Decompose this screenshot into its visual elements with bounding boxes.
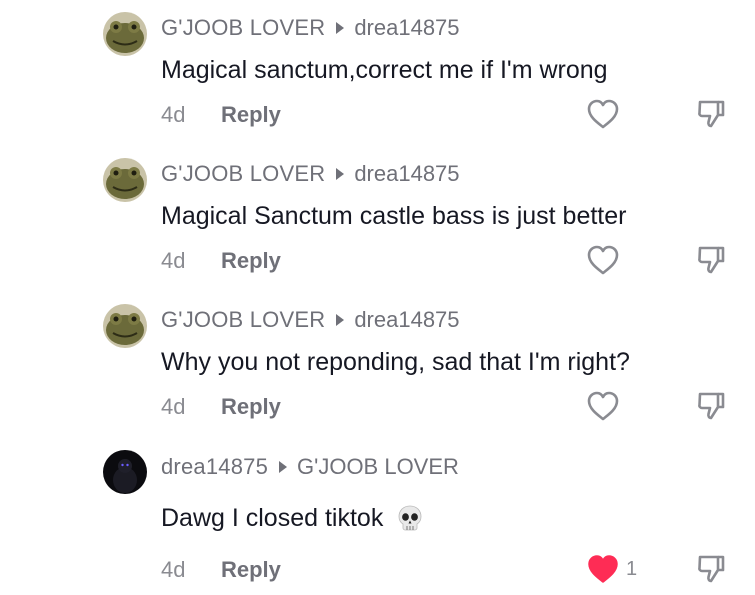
reply-arrow-icon xyxy=(336,314,345,326)
comment-header: drea14875 G'JOOB LOVER xyxy=(161,452,459,482)
comment-text: Why you not reponding, sad that I'm righ… xyxy=(161,347,630,376)
thumbs-down-icon xyxy=(698,392,725,420)
comment-text: Magical sanctum,correct me if I'm wrong xyxy=(161,55,608,84)
like-button-active[interactable]: 1 xyxy=(586,552,637,586)
dislike-button[interactable] xyxy=(694,389,728,423)
skull-emoji xyxy=(395,503,425,533)
comment-meta: 4d Reply xyxy=(161,246,281,276)
dislike-button[interactable] xyxy=(694,243,728,277)
comment-header: G'JOOB LOVER drea14875 xyxy=(161,13,460,43)
comment-author[interactable]: G'JOOB LOVER xyxy=(161,15,325,41)
comment-text-row: Dawg I closed tiktok xyxy=(161,500,425,536)
dislike-button[interactable] xyxy=(694,552,728,586)
comment-header: G'JOOB LOVER drea14875 xyxy=(161,305,460,335)
thumbs-down-icon xyxy=(698,555,725,583)
comment-author[interactable]: drea14875 xyxy=(161,454,268,480)
comment-timestamp: 4d xyxy=(161,248,186,273)
comment-text: Dawg I closed tiktok xyxy=(161,503,384,532)
reply-button[interactable]: Reply xyxy=(221,394,281,420)
reply-to-user[interactable]: drea14875 xyxy=(354,161,459,187)
dislike-button[interactable] xyxy=(694,97,728,131)
comment-timestamp: 4d xyxy=(161,394,186,419)
comment-text: Magical Sanctum castle bass is just bett… xyxy=(161,201,627,230)
reply-arrow-icon xyxy=(336,168,345,180)
heart-filled-icon xyxy=(588,555,618,583)
reply-button[interactable]: Reply xyxy=(221,248,281,274)
comment-timestamp: 4d xyxy=(161,102,186,127)
heart-outline-icon xyxy=(587,391,619,421)
reply-button[interactable]: Reply xyxy=(221,557,281,583)
like-button[interactable] xyxy=(586,389,626,423)
comment-header: G'JOOB LOVER drea14875 xyxy=(161,159,460,189)
heart-outline-icon xyxy=(587,245,619,275)
comment-author[interactable]: G'JOOB LOVER xyxy=(161,307,325,333)
reply-arrow-icon xyxy=(279,461,288,473)
reply-to-user[interactable]: G'JOOB LOVER xyxy=(297,454,459,480)
frog-avatar[interactable] xyxy=(103,304,147,348)
frog-avatar[interactable] xyxy=(103,12,147,56)
like-button[interactable] xyxy=(586,97,626,131)
comment-meta: 4d Reply xyxy=(161,100,281,130)
dark-avatar[interactable] xyxy=(103,450,147,494)
like-button[interactable] xyxy=(586,243,626,277)
reply-to-user[interactable]: drea14875 xyxy=(354,307,459,333)
reply-to-user[interactable]: drea14875 xyxy=(354,15,459,41)
frog-avatar[interactable] xyxy=(103,158,147,202)
reply-button[interactable]: Reply xyxy=(221,102,281,128)
heart-outline-icon xyxy=(587,99,619,129)
comment-meta: 4d Reply xyxy=(161,392,281,422)
reply-arrow-icon xyxy=(336,22,345,34)
comment-timestamp: 4d xyxy=(161,557,186,582)
comment-thread: G'JOOB LOVER drea14875 Magical sanctum,c… xyxy=(0,0,755,595)
comment-author[interactable]: G'JOOB LOVER xyxy=(161,161,325,187)
thumbs-down-icon xyxy=(698,246,725,274)
comment-meta: 4d Reply xyxy=(161,555,281,585)
like-count: 1 xyxy=(626,557,638,580)
thumbs-down-icon xyxy=(698,100,725,128)
